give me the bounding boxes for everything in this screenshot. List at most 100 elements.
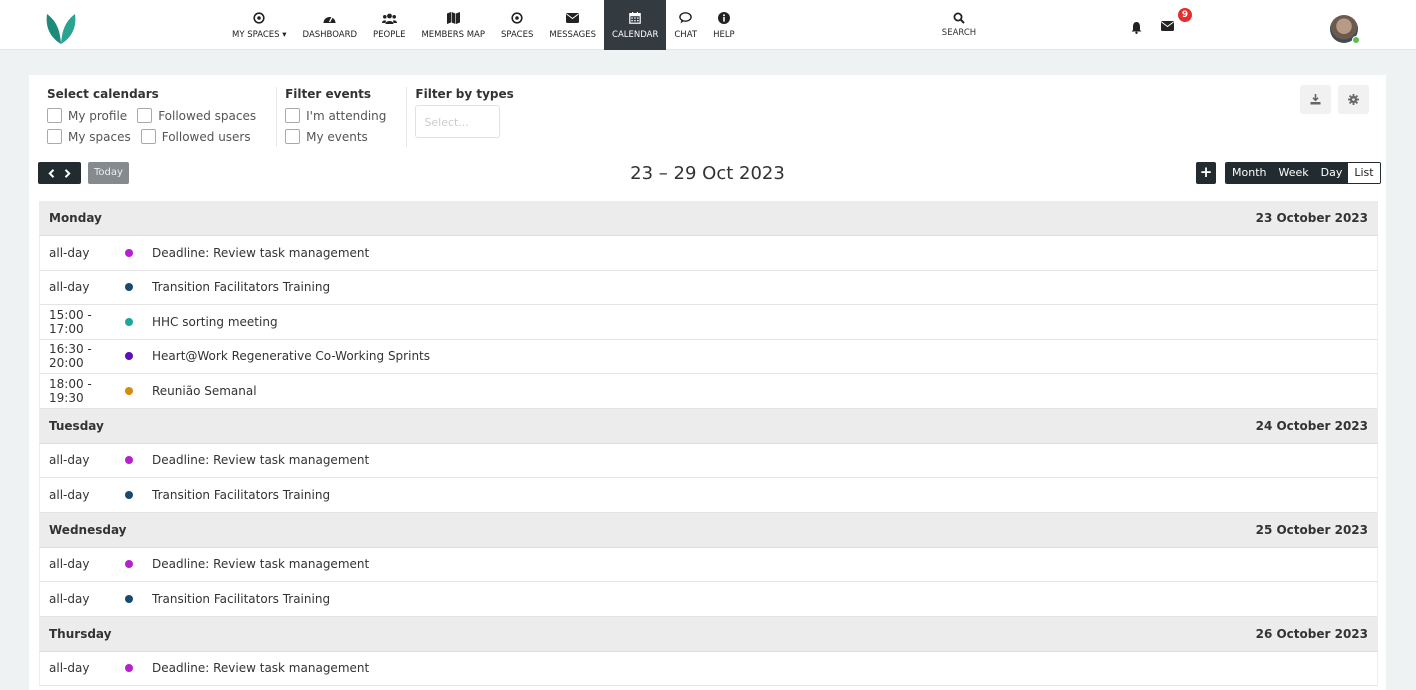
top-navbar: MY SPACES ▾ DASHBOARD PEOPLE MEMBERS MAP SPA… [0,0,1416,50]
event-color-dot [125,560,133,569]
nav-people[interactable]: PEOPLE [365,0,413,50]
calendar-filters: Select calendars My profile Followed spa… [47,87,532,147]
event-row[interactable]: all-day Deadline: Review task management [39,547,1378,582]
nav-label: SPACES [501,30,534,40]
logo-icon[interactable] [43,10,79,46]
checkbox-followed-spaces[interactable]: Followed spaces [137,108,256,123]
filter-types-group: Filter by types Select... [415,87,523,147]
checkbox-label: Followed users [161,129,251,144]
gear-icon [1348,94,1359,105]
day-date[interactable]: 24 October 2023 [1256,419,1368,433]
event-time: all-day [49,557,90,572]
calendar-icon [629,10,642,26]
nav-calendar[interactable]: CALENDAR [604,0,667,50]
nav-members-map[interactable]: MEMBERS MAP [413,0,493,50]
view-day-button[interactable]: Day [1314,163,1349,183]
checkbox-box[interactable] [47,129,62,144]
event-row[interactable]: all-day Deadline: Review task management [39,443,1378,478]
day-header: Wednesday 25 October 2023 [39,512,1378,548]
checkbox-box[interactable] [285,129,301,144]
day-date[interactable]: 25 October 2023 [1256,523,1368,537]
checkbox-label: I'm attending [306,108,387,123]
event-row[interactable]: all-day Deadline: Review task management [39,651,1378,686]
view-list-button[interactable]: List [1348,163,1380,183]
event-time: 18:00 - 19:30 [49,376,92,405]
bell-icon[interactable] [1131,22,1142,34]
day-header: Monday 23 October 2023 [39,201,1378,236]
download-icon [1310,94,1321,105]
checkbox-im-attending[interactable]: I'm attending [285,108,386,123]
checkbox-followed-users[interactable]: Followed users [140,129,251,144]
types-select[interactable]: Select... [415,105,501,138]
event-row[interactable]: all-day Transition Facilitators Training [39,270,1378,305]
checkbox-box[interactable] [47,108,62,123]
event-title[interactable]: Transition Facilitators Training [152,592,330,606]
online-status-dot [1352,36,1360,44]
checkbox-my-spaces[interactable]: My spaces [47,129,131,144]
event-color-dot [125,456,133,465]
event-title[interactable]: Deadline: Review task management [152,246,369,260]
event-title[interactable]: Deadline: Review task management [152,661,369,675]
event-row[interactable]: 18:00 - 19:30 Reunião Semanal [39,374,1378,409]
nav-label: HELP [713,30,735,40]
target-icon [511,10,523,26]
map-icon [446,10,460,26]
envelope-icon[interactable] [1161,21,1174,31]
add-event-button[interactable]: + [1196,162,1216,184]
day-name: Monday [49,211,102,225]
event-time: 15:00 - 17:00 [49,307,92,336]
nav-label: CHAT [674,30,698,40]
event-title[interactable]: Reunião Semanal [152,384,257,398]
event-title[interactable]: Transition Facilitators Training [152,280,330,294]
event-title[interactable]: Transition Facilitators Training [152,488,330,502]
event-color-dot [125,248,133,257]
calendar-panel: Select calendars My profile Followed spa… [29,75,1386,690]
event-time: all-day [49,280,90,295]
view-month-button[interactable]: Month [1226,163,1273,183]
target-icon [253,10,265,26]
checkbox-my-events[interactable]: My events [285,129,368,144]
event-color-dot [125,490,133,499]
event-title[interactable]: Heart@Work Regenerative Co-Working Sprin… [152,349,430,363]
checkbox-label: My profile [68,108,128,123]
event-time: all-day [49,487,90,502]
people-icon [381,10,397,26]
nav-messages[interactable]: MESSAGES [541,0,604,50]
event-color-dot [125,386,133,395]
event-row[interactable]: 16:30 - 20:00 Heart@Work Regenerative Co-… [39,339,1378,374]
nav-chat[interactable]: CHAT [666,0,705,50]
settings-button[interactable] [1338,85,1369,114]
nav-label: CALENDAR [612,30,659,40]
export-button[interactable] [1300,85,1331,114]
event-row[interactable]: all-day Deadline: Review task management [39,236,1378,271]
checkbox-my-profile[interactable]: My profile [47,108,127,123]
nav-help[interactable]: HELP [705,0,743,50]
event-title[interactable]: Deadline: Review task management [152,453,369,467]
nav-spaces[interactable]: SPACES [493,0,541,50]
nav-search[interactable]: SEARCH [937,0,981,50]
period-title: 23 – 29 Oct 2023 [630,163,785,184]
event-row[interactable]: all-day Transition Facilitators Training [39,478,1378,513]
day-date[interactable]: 23 October 2023 [1256,211,1368,225]
event-color-dot [125,317,133,326]
select-calendars-group: Select calendars My profile Followed spa… [47,87,278,147]
event-title[interactable]: Deadline: Review task management [152,557,369,571]
checkbox-box[interactable] [285,108,301,123]
nav-label: MESSAGES [549,30,597,40]
checkbox-box[interactable] [140,129,156,144]
event-color-dot [125,283,133,292]
dashboard-icon [323,10,336,26]
event-color-dot [125,594,133,603]
day-date[interactable]: 26 October 2023 [1256,627,1368,641]
nav-dashboard[interactable]: DASHBOARD [295,0,366,50]
view-week-button[interactable]: Week [1272,163,1315,183]
event-row[interactable]: all-day Transition Facilitators Training [39,582,1378,617]
envelope-icon [566,10,580,26]
day-name: Wednesday [49,522,127,537]
day-header: Tuesday 24 October 2023 [39,408,1378,444]
checkbox-box[interactable] [137,108,153,123]
event-row[interactable]: 15:00 - 17:00 HHC sorting meeting [39,305,1378,340]
event-time: all-day [49,453,90,468]
event-title[interactable]: HHC sorting meeting [152,315,278,329]
nav-my-spaces[interactable]: MY SPACES ▾ [224,0,295,50]
